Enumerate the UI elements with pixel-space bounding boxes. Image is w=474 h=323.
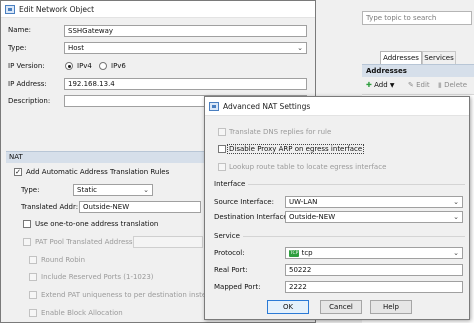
edit-network-object-title: Edit Network Object — [19, 4, 95, 14]
lookup-route-checkbox[interactable] — [218, 163, 226, 171]
real-port-input[interactable]: 50222 — [285, 264, 463, 276]
nat-type-value: Static — [77, 186, 98, 194]
protocol-select[interactable]: TCP tcp ⌄ — [285, 247, 463, 259]
translate-dns-checkbox[interactable] — [218, 128, 226, 136]
type-label: Type: — [8, 44, 27, 52]
include-reserved-checkbox[interactable] — [29, 273, 37, 281]
ipv6-radio[interactable] — [99, 62, 107, 70]
pencil-icon: ✎ — [408, 81, 414, 89]
include-reserved-label: Include Reserved Ports (1-1023) — [41, 273, 154, 281]
add-button[interactable]: ✚ Add ▼ — [366, 80, 395, 92]
extend-pat-label: Extend PAT uniqueness to per destination… — [41, 291, 222, 299]
window-icon — [5, 4, 15, 14]
translated-addr-label: Translated Addr: — [21, 203, 79, 211]
round-robin-checkbox[interactable] — [29, 256, 37, 264]
delete-icon: ▮ — [438, 81, 442, 89]
tcp-protocol-icon: TCP — [289, 250, 300, 257]
ip-address-label: IP Address: — [8, 80, 47, 88]
chevron-down-icon: ⌄ — [453, 198, 459, 206]
window-icon — [209, 101, 219, 111]
protocol-label: Protocol: — [214, 249, 245, 257]
source-interface-label: Source Interface: — [214, 198, 274, 206]
name-label: Name: — [8, 26, 32, 34]
pat-pool-input[interactable] — [133, 236, 203, 248]
tab-addresses-label: Addresses — [383, 54, 419, 62]
round-robin-label: Round Robin — [41, 256, 86, 264]
ipv4-radio[interactable] — [65, 62, 73, 70]
chevron-down-icon: ▼ — [389, 82, 395, 89]
pat-pool-label: PAT Pool Translated Address: — [35, 238, 135, 246]
chevron-down-icon: ⌄ — [143, 186, 149, 194]
advanced-nat-dialog: Advanced NAT Settings Translate DNS repl… — [204, 96, 470, 320]
mapped-port-input[interactable]: 2222 — [285, 281, 463, 293]
source-interface-value: UW-LAN — [289, 198, 318, 206]
help-button[interactable]: Help — [370, 300, 412, 314]
disable-proxy-arp-checkbox[interactable] — [218, 145, 226, 153]
name-input[interactable]: SSHGateway — [64, 25, 307, 37]
block-alloc-label: Enable Block Allocation — [41, 309, 123, 317]
plus-icon: ✚ — [366, 81, 372, 89]
service-group-label: Service — [214, 232, 240, 240]
ip-address-input[interactable]: 192.168.13.4 — [64, 78, 307, 90]
nat-section-label: NAT — [9, 153, 23, 161]
addresses-header-label: Addresses — [366, 67, 407, 75]
ok-button[interactable]: OK — [267, 300, 309, 314]
advanced-nat-title: Advanced NAT Settings — [223, 101, 311, 111]
chevron-down-icon: ⌄ — [453, 249, 459, 257]
nat-section-header: NAT — [6, 151, 206, 163]
edit-label: Edit — [416, 81, 430, 89]
add-label: Add — [374, 81, 388, 89]
real-port-label: Real Port: — [214, 266, 248, 274]
interface-group-label: Interface — [214, 180, 246, 188]
chevron-down-icon: ⌄ — [297, 44, 303, 52]
ipv6-label: IPv6 — [111, 62, 126, 70]
search-box[interactable]: Type topic to search — [362, 11, 472, 25]
pat-pool-checkbox[interactable] — [23, 238, 31, 246]
ip-version-label: IP Version: — [8, 62, 45, 70]
protocol-value: tcp — [301, 249, 313, 257]
delete-button[interactable]: ▮ Delete — [438, 80, 467, 92]
type-select[interactable]: Host ⌄ — [64, 42, 307, 54]
dest-interface-label: Destination Interface: — [214, 213, 291, 221]
tab-addresses[interactable]: Addresses — [380, 51, 422, 64]
service-group-divider — [243, 236, 465, 237]
one-to-one-checkbox[interactable] — [23, 220, 31, 228]
tab-services[interactable]: Services — [422, 51, 456, 64]
lookup-route-label: Lookup route table to locate egress inte… — [229, 163, 387, 171]
delete-label: Delete — [444, 81, 468, 89]
tab-services-label: Services — [424, 54, 454, 62]
description-label: Description: — [8, 97, 51, 105]
one-to-one-label: Use one-to-one address translation — [35, 220, 159, 228]
extend-pat-checkbox[interactable] — [29, 291, 37, 299]
block-alloc-checkbox[interactable] — [29, 309, 37, 317]
add-auto-nat-checkbox[interactable]: ✓ — [14, 168, 22, 176]
disable-proxy-arp-label: Disable Proxy ARP on egress interface — [227, 144, 365, 154]
cancel-button[interactable]: Cancel — [320, 300, 362, 314]
search-placeholder: Type topic to search — [366, 14, 437, 22]
mapped-port-label: Mapped Port: — [214, 283, 261, 291]
translated-addr-input[interactable]: Outside-NEW — [79, 201, 201, 213]
nat-type-label: Type: — [21, 186, 40, 194]
advanced-nat-titlebar: Advanced NAT Settings — [205, 97, 469, 116]
ipv4-label: IPv4 — [77, 62, 92, 70]
translate-dns-label: Translate DNS replies for rule — [229, 128, 332, 136]
dest-interface-value: Outside-NEW — [289, 213, 336, 221]
source-interface-select[interactable]: UW-LAN ⌄ — [285, 196, 463, 208]
edit-network-object-titlebar: Edit Network Object — [1, 1, 315, 18]
add-auto-nat-label: Add Automatic Address Translation Rules — [26, 168, 170, 176]
chevron-down-icon: ⌄ — [453, 213, 459, 221]
dest-interface-select[interactable]: Outside-NEW ⌄ — [285, 211, 463, 223]
nat-type-select[interactable]: Static ⌄ — [73, 184, 153, 196]
edit-button[interactable]: ✎ Edit — [408, 80, 430, 92]
type-select-value: Host — [68, 44, 84, 52]
addresses-header: Addresses — [362, 64, 474, 77]
interface-group-divider — [248, 184, 465, 185]
